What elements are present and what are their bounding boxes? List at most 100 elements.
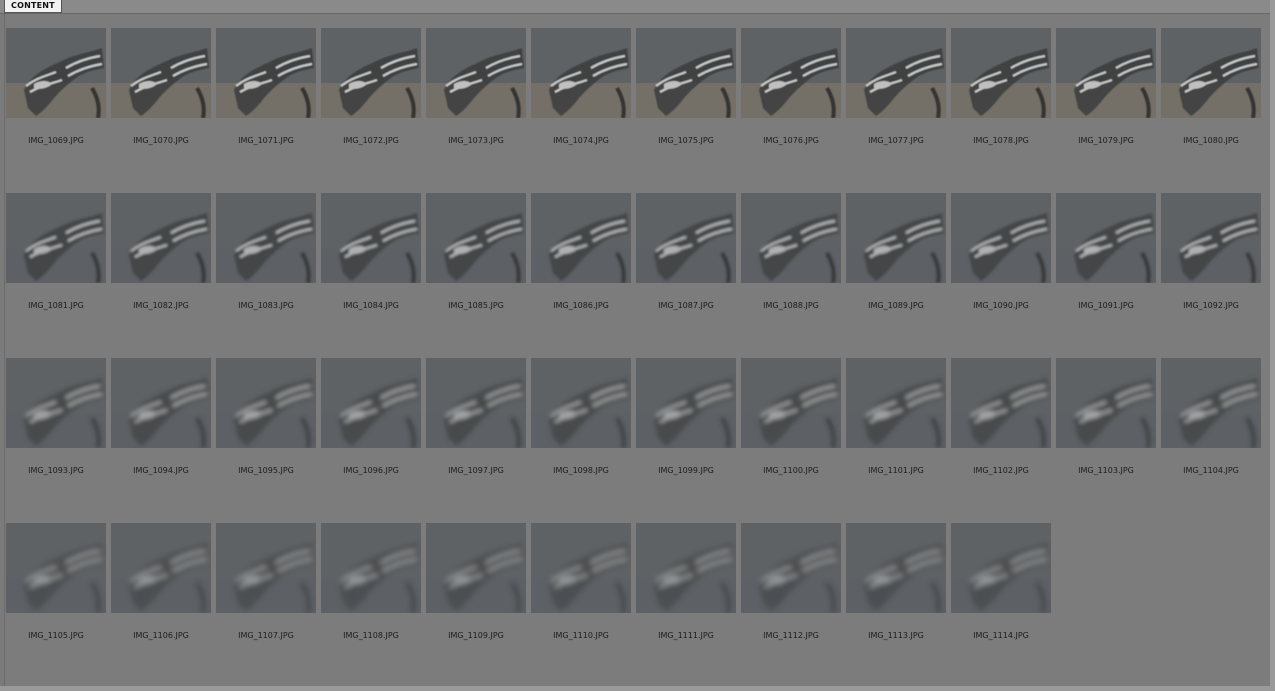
thumbnail-item[interactable]: IMG_1113.JPG (846, 523, 946, 688)
photo-thumbnail[interactable] (216, 523, 316, 613)
thumbnail-item[interactable]: IMG_1090.JPG (951, 193, 1051, 358)
photo-thumbnail[interactable] (426, 28, 526, 118)
thumbnail-item[interactable]: IMG_1095.JPG (216, 358, 316, 523)
thumbnail-item[interactable]: IMG_1085.JPG (426, 193, 526, 358)
photo-thumbnail[interactable] (426, 358, 526, 448)
photo-thumbnail[interactable] (111, 193, 211, 283)
photo-thumbnail[interactable] (741, 28, 841, 118)
photo-thumbnail[interactable] (6, 193, 106, 283)
thumbnail-item[interactable]: IMG_1082.JPG (111, 193, 211, 358)
eagle-relief-icon (846, 28, 946, 118)
eagle-relief-icon (846, 523, 946, 613)
photo-thumbnail[interactable] (6, 523, 106, 613)
photo-thumbnail[interactable] (6, 28, 106, 118)
thumbnail-item[interactable]: IMG_1097.JPG (426, 358, 526, 523)
thumbnail-item[interactable]: IMG_1092.JPG (1161, 193, 1261, 358)
photo-thumbnail[interactable] (846, 193, 946, 283)
thumbnail-item[interactable]: IMG_1093.JPG (6, 358, 106, 523)
thumbnail-item[interactable]: IMG_1087.JPG (636, 193, 736, 358)
photo-thumbnail[interactable] (1056, 193, 1156, 283)
photo-thumbnail[interactable] (846, 358, 946, 448)
thumbnail-item[interactable]: IMG_1079.JPG (1056, 28, 1156, 193)
photo-thumbnail[interactable] (531, 28, 631, 118)
thumbnail-item[interactable]: IMG_1088.JPG (741, 193, 841, 358)
photo-thumbnail[interactable] (111, 28, 211, 118)
thumbnail-item[interactable]: IMG_1101.JPG (846, 358, 946, 523)
thumbnail-item[interactable]: IMG_1077.JPG (846, 28, 946, 193)
thumbnail-item[interactable]: IMG_1072.JPG (321, 28, 421, 193)
eagle-relief-icon (111, 358, 211, 448)
thumbnail-item[interactable]: IMG_1100.JPG (741, 358, 841, 523)
tab-content[interactable]: CONTENT (4, 0, 62, 13)
thumbnail-item[interactable]: IMG_1091.JPG (1056, 193, 1156, 358)
thumbnail-item[interactable]: IMG_1089.JPG (846, 193, 946, 358)
thumbnail-item[interactable]: IMG_1098.JPG (531, 358, 631, 523)
thumbnail-item[interactable]: IMG_1099.JPG (636, 358, 736, 523)
thumbnail-item[interactable]: IMG_1110.JPG (531, 523, 631, 688)
photo-thumbnail[interactable] (321, 523, 421, 613)
thumbnail-item[interactable]: IMG_1104.JPG (1161, 358, 1261, 523)
photo-thumbnail[interactable] (1161, 358, 1261, 448)
photo-thumbnail[interactable] (216, 28, 316, 118)
photo-thumbnail[interactable] (1161, 193, 1261, 283)
photo-thumbnail[interactable] (741, 358, 841, 448)
eagle-relief-icon (1056, 28, 1156, 118)
photo-thumbnail[interactable] (846, 523, 946, 613)
photo-thumbnail[interactable] (636, 28, 736, 118)
photo-thumbnail[interactable] (321, 193, 421, 283)
thumbnail-item[interactable]: IMG_1081.JPG (6, 193, 106, 358)
thumbnail-item[interactable]: IMG_1096.JPG (321, 358, 421, 523)
photo-thumbnail[interactable] (636, 193, 736, 283)
photo-thumbnail[interactable] (216, 358, 316, 448)
thumbnail-item[interactable]: IMG_1109.JPG (426, 523, 526, 688)
thumbnail-item[interactable]: IMG_1114.JPG (951, 523, 1051, 688)
photo-thumbnail[interactable] (321, 358, 421, 448)
photo-thumbnail[interactable] (846, 28, 946, 118)
photo-thumbnail[interactable] (1056, 28, 1156, 118)
thumbnail-item[interactable]: IMG_1073.JPG (426, 28, 526, 193)
photo-thumbnail[interactable] (6, 358, 106, 448)
photo-thumbnail[interactable] (1161, 28, 1261, 118)
thumbnail-item[interactable]: IMG_1083.JPG (216, 193, 316, 358)
photo-thumbnail[interactable] (111, 523, 211, 613)
photo-thumbnail[interactable] (951, 358, 1051, 448)
photo-thumbnail[interactable] (951, 523, 1051, 613)
photo-thumbnail[interactable] (636, 523, 736, 613)
photo-thumbnail[interactable] (951, 28, 1051, 118)
horizontal-scrollbar[interactable] (0, 686, 1275, 691)
photo-thumbnail[interactable] (741, 523, 841, 613)
thumbnail-item[interactable]: IMG_1080.JPG (1161, 28, 1261, 193)
vertical-scrollbar[interactable] (1270, 0, 1275, 691)
thumbnail-item[interactable]: IMG_1094.JPG (111, 358, 211, 523)
thumbnail-item[interactable]: IMG_1105.JPG (6, 523, 106, 688)
thumbnail-item[interactable]: IMG_1106.JPG (111, 523, 211, 688)
photo-thumbnail[interactable] (636, 358, 736, 448)
thumbnail-item[interactable]: IMG_1071.JPG (216, 28, 316, 193)
photo-thumbnail[interactable] (531, 193, 631, 283)
photo-thumbnail[interactable] (531, 523, 631, 613)
thumbnail-item[interactable]: IMG_1112.JPG (741, 523, 841, 688)
thumbnail-item[interactable]: IMG_1078.JPG (951, 28, 1051, 193)
photo-thumbnail[interactable] (426, 193, 526, 283)
thumbnail-filename: IMG_1088.JPG (763, 301, 819, 310)
photo-thumbnail[interactable] (216, 193, 316, 283)
photo-thumbnail[interactable] (951, 193, 1051, 283)
thumbnail-item[interactable]: IMG_1086.JPG (531, 193, 631, 358)
thumbnail-item[interactable]: IMG_1069.JPG (6, 28, 106, 193)
photo-thumbnail[interactable] (321, 28, 421, 118)
photo-thumbnail[interactable] (426, 523, 526, 613)
thumbnail-item[interactable]: IMG_1074.JPG (531, 28, 631, 193)
thumbnail-item[interactable]: IMG_1075.JPG (636, 28, 736, 193)
photo-thumbnail[interactable] (741, 193, 841, 283)
thumbnail-item[interactable]: IMG_1111.JPG (636, 523, 736, 688)
thumbnail-item[interactable]: IMG_1107.JPG (216, 523, 316, 688)
thumbnail-item[interactable]: IMG_1103.JPG (1056, 358, 1156, 523)
thumbnail-item[interactable]: IMG_1076.JPG (741, 28, 841, 193)
thumbnail-item[interactable]: IMG_1084.JPG (321, 193, 421, 358)
photo-thumbnail[interactable] (531, 358, 631, 448)
thumbnail-item[interactable]: IMG_1108.JPG (321, 523, 421, 688)
photo-thumbnail[interactable] (1056, 358, 1156, 448)
thumbnail-item[interactable]: IMG_1102.JPG (951, 358, 1051, 523)
photo-thumbnail[interactable] (111, 358, 211, 448)
thumbnail-item[interactable]: IMG_1070.JPG (111, 28, 211, 193)
